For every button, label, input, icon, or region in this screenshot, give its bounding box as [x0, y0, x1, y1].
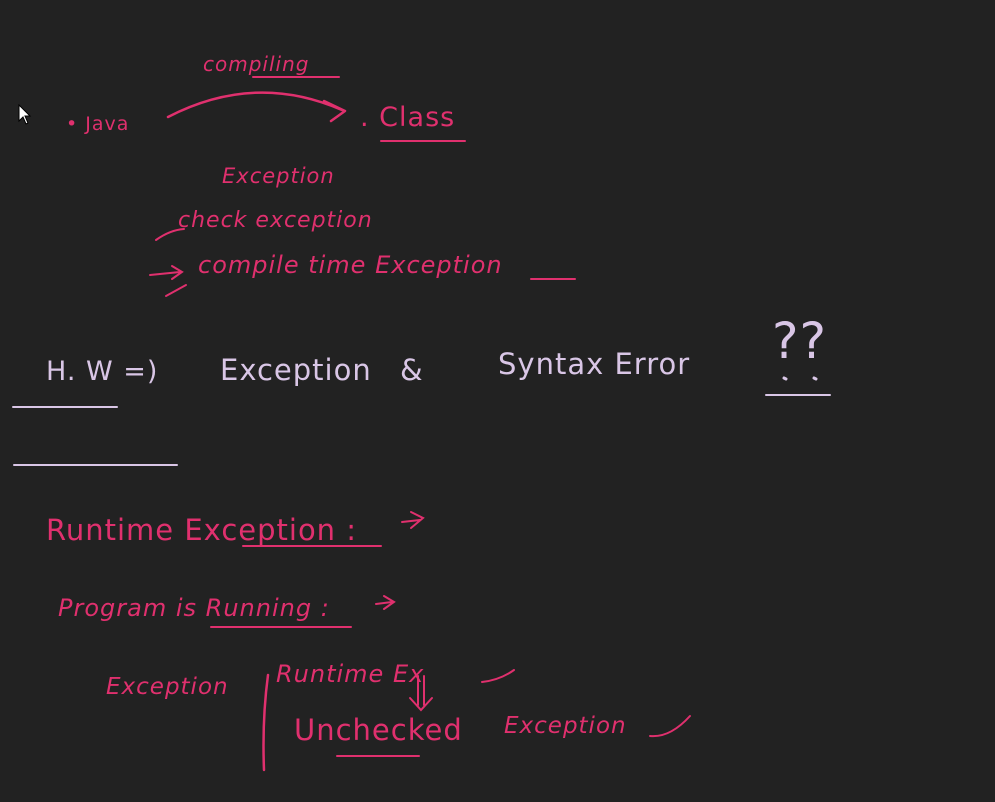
note-compile-time-exception: compile time Exception — [198, 251, 503, 279]
underline-runtime-exception — [242, 545, 382, 547]
underline-running — [210, 626, 352, 628]
note-unchecked: Unchecked — [294, 713, 463, 747]
separator-line — [13, 464, 178, 466]
implies-arrow — [149, 265, 184, 280]
note-hw-and: & — [400, 353, 424, 387]
arrow-java-to-class — [166, 91, 344, 119]
note-exception-left: Exception — [106, 674, 229, 700]
implies-tail — [165, 284, 187, 297]
note-check-exception: check exception — [178, 208, 373, 233]
tick-runtime-ex — [481, 669, 515, 683]
underline-question — [765, 394, 831, 396]
whiteboard-canvas[interactable]: compiling • Java . Class Exception check… — [0, 0, 995, 802]
underline-hw — [12, 406, 118, 408]
underline-class — [380, 140, 466, 142]
note-java-extension: • Java — [66, 113, 130, 135]
note-exception-right: Exception — [504, 713, 627, 739]
note-runtime-exception: Runtime Exception : — [46, 513, 358, 547]
note-compiling: compiling — [203, 52, 310, 76]
note-exception: Exception — [222, 164, 335, 188]
note-runtime-ex: Runtime Ex — [276, 660, 425, 688]
note-hw-exception: Exception — [220, 353, 372, 387]
underline-unchecked — [336, 755, 420, 757]
note-hw-syntax-error: Syntax Error — [498, 347, 691, 381]
underline-compiling — [252, 76, 340, 78]
runtime-arrow — [401, 511, 425, 529]
note-class-extension: . Class — [360, 102, 456, 133]
note-program-running: Program is Running : — [58, 594, 330, 622]
arrowhead-java-to-class — [322, 99, 347, 123]
tick-exception-right — [649, 715, 691, 738]
arrow-cursor-icon — [18, 104, 32, 125]
running-arrow — [375, 595, 396, 610]
note-hw-question: ?? — [772, 312, 828, 370]
question-dots — [782, 376, 818, 381]
vertical-bracket — [262, 673, 270, 772]
underline-compile-time — [530, 278, 576, 280]
note-hw-label: H. W =) — [46, 356, 159, 387]
